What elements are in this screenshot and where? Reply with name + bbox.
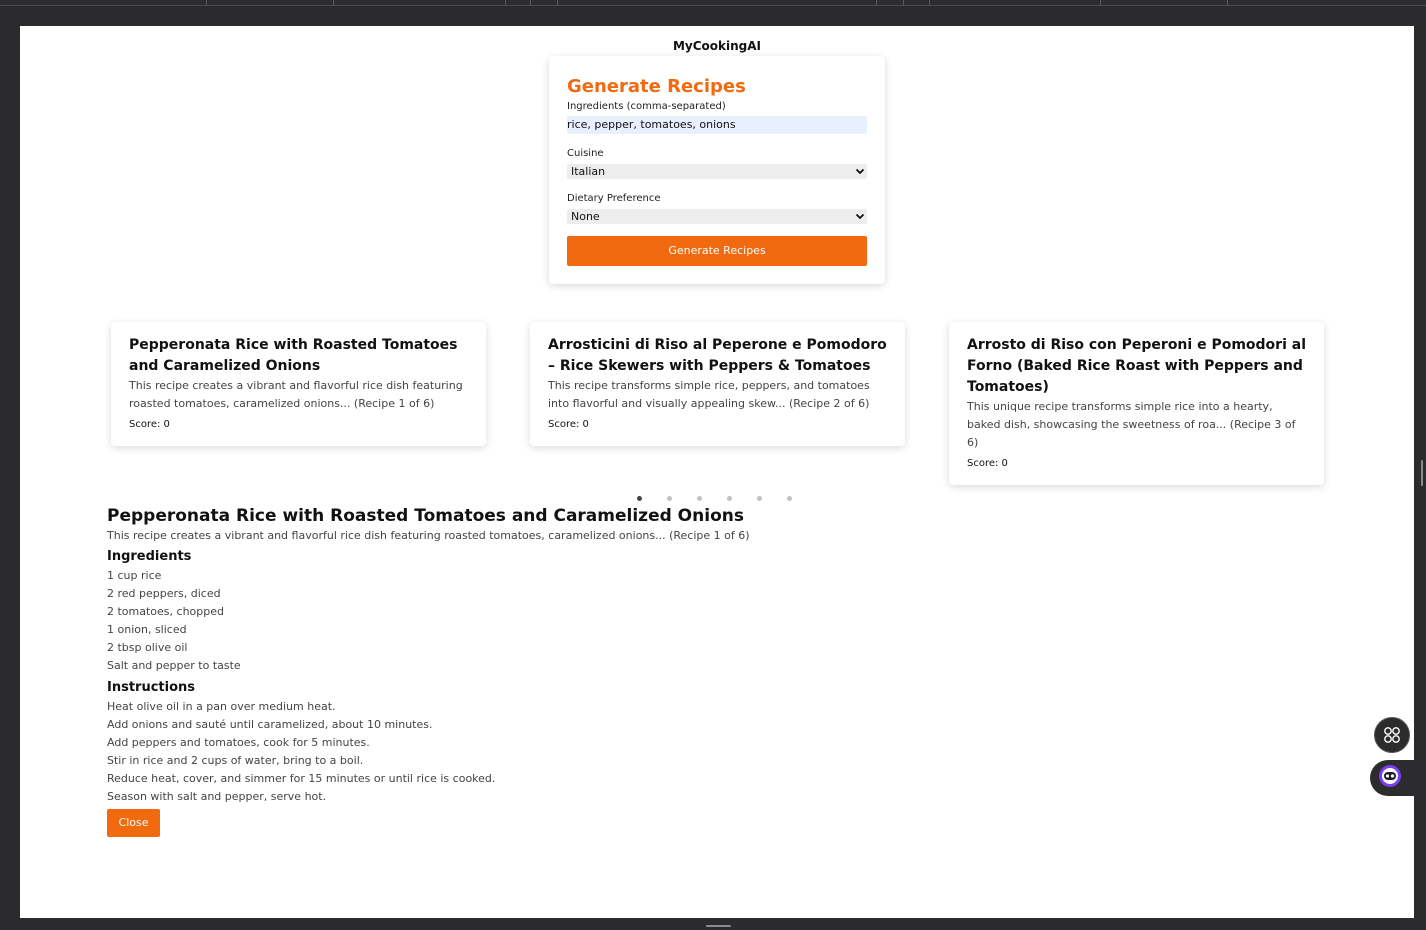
generate-recipes-button[interactable]: Generate Recipes: [567, 236, 867, 266]
cuisine-select[interactable]: Italian: [567, 164, 867, 179]
assistant-bot-icon: [1378, 764, 1402, 792]
carousel-dot-6[interactable]: [787, 496, 792, 501]
recipe-card-title: Pepperonata Rice with Roasted Tomatoes a…: [129, 337, 458, 374]
recipe-card-desc: This unique recipe transforms simple ric…: [967, 400, 1296, 449]
instruction-step: Heat olive oil in a pan over medium heat…: [107, 700, 336, 713]
recipe-card-desc: This recipe creates a vibrant and flavor…: [129, 379, 463, 410]
instruction-step: Reduce heat, cover, and simmer for 15 mi…: [107, 772, 496, 785]
detail-title: Pepperonata Rice with Roasted Tomatoes a…: [107, 506, 744, 526]
ingredient-item: 1 onion, sliced: [107, 623, 187, 636]
detail-desc: This recipe creates a vibrant and flavor…: [107, 529, 750, 542]
dietary-select[interactable]: None: [567, 209, 867, 224]
recipe-card[interactable]: Arrosticini di Riso al Peperone e Pomodo…: [530, 322, 905, 446]
resize-handle-right[interactable]: [1421, 460, 1423, 486]
ingredients-label: Ingredients (comma-separated): [567, 101, 726, 112]
instruction-step: Add peppers and tomatoes, cook for 5 min…: [107, 736, 370, 749]
instructions-heading: Instructions: [107, 680, 196, 695]
recipe-card-score: Score: 0: [548, 419, 589, 430]
dietary-label: Dietary Preference: [567, 193, 661, 204]
instruction-step: Add onions and sauté until caramelized, …: [107, 718, 433, 731]
cuisine-label: Cuisine: [567, 148, 604, 159]
apps-grid-icon[interactable]: [1374, 717, 1410, 753]
instruction-step: Stir in rice and 2 cups of water, bring …: [107, 754, 364, 767]
carousel-dot-2[interactable]: [667, 496, 672, 501]
close-button[interactable]: Close: [107, 809, 160, 837]
recipe-card-title: Arrosticini di Riso al Peperone e Pomodo…: [548, 337, 887, 374]
recipe-card-desc: This recipe transforms simple rice, pepp…: [548, 379, 870, 410]
carousel-dot-4[interactable]: [727, 496, 732, 501]
ingredients-list: 1 cup rice 2 red peppers, diced 2 tomato…: [107, 567, 1007, 675]
recipe-detail-panel: Pepperonata Rice with Roasted Tomatoes a…: [107, 504, 1007, 837]
cuisine-select-value: Italian: [571, 165, 606, 178]
ingredient-item: 2 red peppers, diced: [107, 587, 221, 600]
resize-handle-bottom[interactable]: [706, 925, 731, 927]
assistant-bot-button[interactable]: [1370, 760, 1426, 796]
recipe-card-score: Score: 0: [129, 419, 170, 430]
instructions-list: Heat olive oil in a pan over medium heat…: [107, 698, 1007, 806]
ingredients-heading: Ingredients: [107, 549, 192, 564]
recipe-card[interactable]: Arrosto di Riso con Peperoni e Pomodori …: [949, 322, 1324, 485]
dietary-select-value: None: [571, 210, 600, 223]
carousel-dot-1[interactable]: [637, 496, 642, 501]
ingredient-item: 2 tbsp olive oil: [107, 641, 188, 654]
ingredients-input[interactable]: rice, pepper, tomatoes, onions: [567, 116, 867, 134]
ingredient-item: 1 cup rice: [107, 569, 162, 582]
ingredient-item: Salt and pepper to taste: [107, 659, 241, 672]
browser-top-strip: [0, 0, 1426, 6]
recipe-card-title: Arrosto di Riso con Peperoni e Pomodori …: [967, 337, 1306, 395]
ingredient-item: 2 tomatoes, chopped: [107, 605, 224, 618]
generate-recipes-form: Generate Recipes Ingredients (comma-sepa…: [549, 56, 885, 284]
app-brand: MyCookingAI: [672, 39, 762, 53]
instruction-step: Season with salt and pepper, serve hot.: [107, 790, 327, 803]
chevron-down-icon: [855, 209, 865, 229]
carousel-dot-5[interactable]: [757, 496, 762, 501]
carousel-dot-3[interactable]: [697, 496, 702, 501]
recipe-card[interactable]: Pepperonata Rice with Roasted Tomatoes a…: [111, 322, 486, 446]
chevron-down-icon: [855, 164, 865, 184]
form-title: Generate Recipes: [567, 76, 746, 97]
page-viewport: MyCookingAI Generate Recipes Ingredients…: [20, 26, 1414, 918]
recipe-card-score: Score: 0: [967, 458, 1008, 469]
